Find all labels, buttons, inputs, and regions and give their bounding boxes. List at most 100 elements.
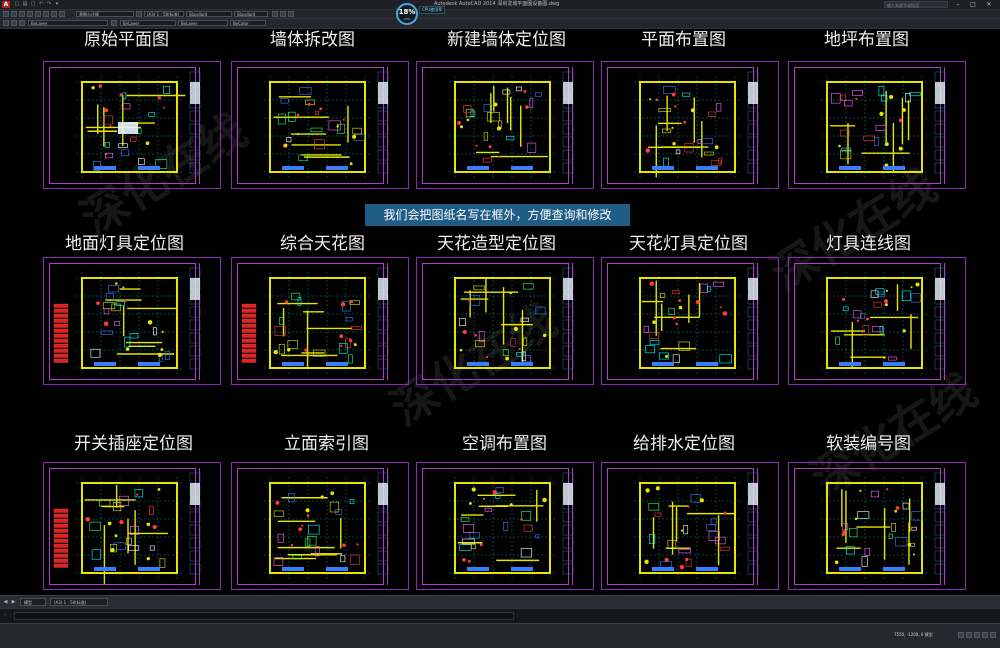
floor-plan-drawing [53,472,201,584]
sheet-title: 原始平面图 [84,30,169,50]
drawing-sheet[interactable] [43,462,221,590]
floor-plan-drawing [449,472,574,579]
status-toggle-icon[interactable] [990,632,996,638]
dim-style-dropdown[interactable]: Standard [234,11,268,17]
qat-open-icon[interactable]: ▤ [22,1,28,8]
sheet-title: 综合天花图 [280,234,365,254]
floor-plan-drawing [634,267,759,374]
quick-access-toolbar: □ ▤ ▢ ↶ ↷ ▾ [14,1,60,8]
cpu-value: 18% [398,8,416,16]
search-input[interactable]: 输入关键字或短语 [884,1,948,8]
drawing-sheet[interactable] [231,462,409,590]
drawing-sheet[interactable] [601,462,779,590]
tool-icon[interactable] [272,11,278,17]
lineweight-dropdown[interactable]: ByLayer [178,20,228,26]
drawing-sheet[interactable] [416,61,594,189]
drawing-sheet[interactable] [416,257,594,385]
floor-plan-drawing [76,71,201,178]
cpu-label: CPU使用率 [419,6,446,14]
floor-plan-drawing [449,267,574,374]
floor-plan-drawing [241,267,389,374]
layer-icon[interactable] [11,20,17,26]
cpu-unit: CPU [403,17,411,21]
color-icon[interactable] [111,20,117,26]
sheet-title: 地面灯具定位图 [65,234,184,254]
floor-plan-drawing [821,267,946,374]
status-toggle-icon[interactable] [974,632,980,638]
sheet-title: 墙体拆改图 [270,30,355,50]
tool-icon[interactable] [3,11,9,17]
sheet-title: 给排水定位图 [633,434,735,454]
tab-model[interactable]: 模型 [20,598,46,606]
layer-icon[interactable] [3,20,9,26]
tab-prev-icon[interactable]: ◀ [2,598,9,606]
tool-icon[interactable] [27,11,33,17]
floor-plan-drawing [634,71,759,178]
qat-save-icon[interactable]: ▢ [30,1,36,8]
drawing-sheet[interactable] [43,61,221,189]
qat-new-icon[interactable]: □ [14,1,20,8]
status-toggle-icon[interactable] [982,632,988,638]
drawing-sheet[interactable] [231,61,409,189]
minimize-button[interactable]: – [952,1,964,8]
layout-tab-bar: ◀ ▶ 模型 (A3) 1 : 50(标准) [0,595,1000,608]
tab-layout[interactable]: (A3) 1 : 50(标准) [50,598,108,606]
maximize-button[interactable]: □ [967,1,979,8]
tool-icon[interactable] [51,11,57,17]
drawing-sheet[interactable] [788,462,966,590]
drawing-sheet[interactable] [231,257,409,385]
drawing-sheet[interactable] [416,462,594,590]
tool-icon[interactable] [280,11,286,17]
tool-icon[interactable] [11,11,17,17]
command-input[interactable] [14,612,514,620]
sheet-title: 空调布置图 [462,434,547,454]
qat-undo-icon[interactable]: ↶ [38,1,44,8]
floor-plan-drawing [449,71,574,178]
sheet-title: 立面索引图 [284,434,369,454]
tool-icon[interactable] [43,11,49,17]
sheet-title: 平面布置图 [641,30,726,50]
floor-plan-drawing [821,472,946,579]
command-line: › [0,608,1000,623]
sheet-title: 天花灯具定位图 [629,234,748,254]
drawing-sheet[interactable] [601,257,779,385]
sheet-title: 软装编号图 [826,434,911,454]
sheet-title: 天花造型定位图 [437,234,556,254]
drawing-canvas[interactable]: 深化在线 深化在线 深化在线 深化在线 原始平面图 墙体拆改图 新建墙体定位图 … [0,29,1000,595]
title-bar: A □ ▤ ▢ ↶ ↷ ▾ Autodesk AutoCAD 2014 深圳龙城… [0,0,1000,10]
drawing-sheet[interactable] [788,257,966,385]
layer-dropdown[interactable]: ByLayer [28,20,108,26]
drawing-sheet[interactable] [43,257,221,385]
layer-icon[interactable] [19,20,25,26]
coordinate-readout: 7550, -1200, 0 模型 [894,632,933,637]
floor-plan-drawing [634,472,759,579]
close-button[interactable]: ✕ [983,1,995,8]
tool-icon[interactable] [59,11,65,17]
tool-icon[interactable] [288,11,294,17]
floor-plan-drawing [821,71,946,178]
tool-icon[interactable] [19,11,25,17]
annotation-banner: 我们会把图纸名写在框外，方便查询和修改 [365,204,630,226]
tab-next-icon[interactable]: ▶ [10,598,17,606]
floor-plan-drawing [264,472,389,579]
status-toggle-icon[interactable] [958,632,964,638]
status-toggle-icon[interactable] [966,632,972,638]
drawing-sheet[interactable] [788,61,966,189]
annotation-scale-dropdown[interactable]: (A3) 1 : 50(标准) [144,11,184,17]
command-prompt: › [4,612,6,618]
tool-icon[interactable] [136,11,142,17]
plot-style-dropdown[interactable]: ByColor [230,20,266,26]
tool-icon[interactable] [35,11,41,17]
floor-plan-drawing [53,267,201,374]
toolbar-row-2: ByLayer ByLayer ByLayer ByColor [0,19,1000,29]
cpu-monitor-widget[interactable]: 18% CPU [396,3,418,25]
qat-redo-icon[interactable]: ↷ [46,1,52,8]
linetype-dropdown[interactable]: ByLayer [120,20,176,26]
sheet-title: 灯具连线图 [826,234,911,254]
text-style-dropdown[interactable]: Standard [186,11,232,17]
qat-menu-icon[interactable]: ▾ [54,1,60,8]
window-title: Autodesk AutoCAD 2014 深圳龙城平面图设备图.dwg [434,1,560,7]
drawing-sheet[interactable] [601,61,779,189]
autocad-logo-icon[interactable]: A [2,1,10,8]
workspace-dropdown[interactable]: 草图与注释 [76,11,134,17]
